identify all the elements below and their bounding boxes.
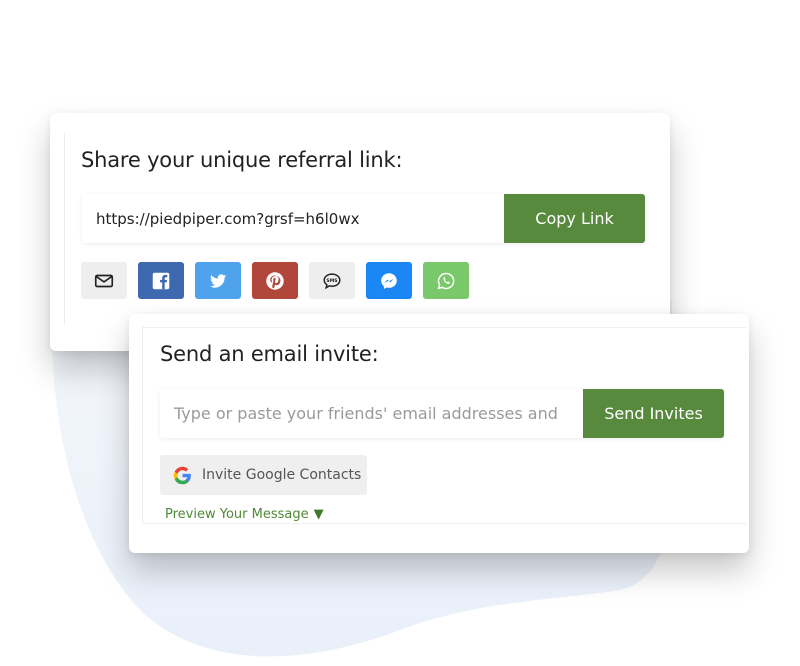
referral-link-field[interactable]: https://piedpiper.com?grsf=h6l0wx xyxy=(82,194,504,243)
share-buttons: SMS xyxy=(81,262,469,299)
copy-link-button[interactable]: Copy Link xyxy=(504,194,645,243)
messenger-icon xyxy=(381,272,397,289)
share-facebook-button[interactable] xyxy=(138,262,184,299)
caret-down-icon: ▼ xyxy=(313,507,324,522)
share-messenger-button[interactable] xyxy=(366,262,412,299)
email-invite-title: Send an email invite: xyxy=(160,342,379,366)
referral-title: Share your unique referral link: xyxy=(81,148,403,172)
share-email-button[interactable] xyxy=(81,262,127,299)
email-invite-card: Send an email invite: Type or paste your… xyxy=(129,314,749,553)
referral-link-row: https://piedpiper.com?grsf=h6l0wx Copy L… xyxy=(82,194,645,243)
preview-message-label: Preview Your Message xyxy=(165,507,309,522)
sms-icon: SMS xyxy=(323,272,341,289)
envelope-icon xyxy=(94,274,114,287)
svg-text:SMS: SMS xyxy=(326,277,337,283)
send-invites-button[interactable]: Send Invites xyxy=(583,389,724,438)
google-button-label: Invite Google Contacts xyxy=(202,467,362,483)
google-icon xyxy=(173,466,191,484)
invite-google-contacts-button[interactable]: Invite Google Contacts xyxy=(160,455,367,495)
share-whatsapp-button[interactable] xyxy=(423,262,469,299)
share-twitter-button[interactable] xyxy=(195,262,241,299)
share-sms-button[interactable]: SMS xyxy=(309,262,355,299)
email-addresses-input[interactable]: Type or paste your friends' email addres… xyxy=(160,389,583,438)
pinterest-icon xyxy=(266,271,284,290)
share-pinterest-button[interactable] xyxy=(252,262,298,299)
facebook-icon xyxy=(152,272,170,289)
whatsapp-icon xyxy=(437,272,455,289)
email-invite-row: Type or paste your friends' email addres… xyxy=(160,389,724,438)
twitter-icon xyxy=(210,273,227,288)
preview-message-link[interactable]: Preview Your Message ▼ xyxy=(165,507,324,522)
